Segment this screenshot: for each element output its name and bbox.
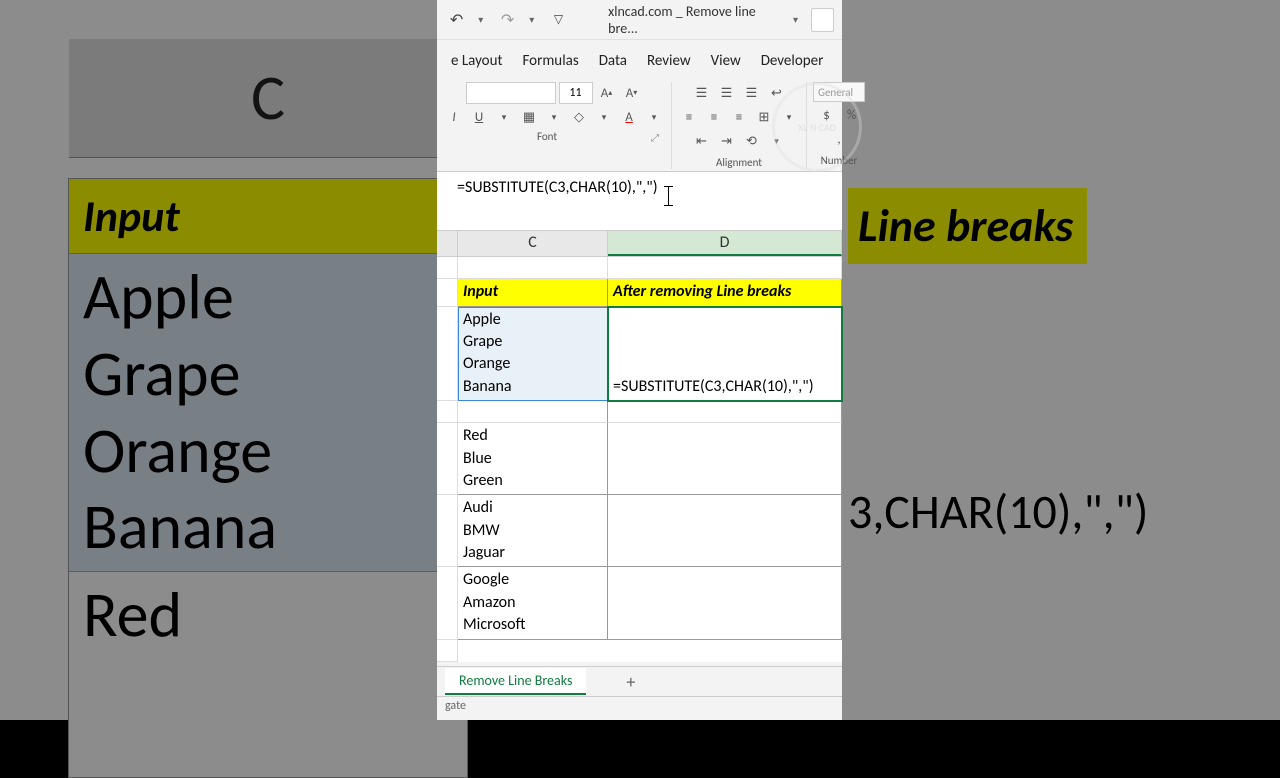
bg-output-header: Line breaks bbox=[848, 188, 1087, 264]
cell-header-input[interactable]: Input bbox=[458, 279, 608, 306]
cell-line: Jaguar bbox=[463, 542, 602, 564]
italic-button[interactable]: I bbox=[443, 106, 465, 128]
align-center-icon[interactable]: ≡ bbox=[703, 106, 725, 128]
watermark-stamp: XL N CAD bbox=[772, 82, 862, 172]
tab-formulas[interactable]: Formulas bbox=[513, 44, 589, 78]
increase-indent-icon[interactable]: ⇥ bbox=[716, 130, 738, 152]
excel-window: ↶ ▾ ↷ ▾ ▽ xlncad.com _ Remove line bre..… bbox=[437, 0, 842, 720]
quick-access-toolbar: ↶ ▾ ↷ ▾ ▽ xlncad.com _ Remove line bre..… bbox=[437, 0, 842, 40]
bg-input-header: Input bbox=[69, 179, 467, 254]
bg-line: Apple bbox=[83, 259, 453, 336]
tab-page-layout[interactable]: e Layout bbox=[441, 44, 513, 78]
cell-c6[interactable]: Audi BMW Jaguar bbox=[458, 495, 608, 567]
font-name-select[interactable] bbox=[466, 82, 556, 104]
cell[interactable] bbox=[458, 401, 608, 423]
col-header-d[interactable]: D bbox=[608, 231, 842, 256]
tab-view[interactable]: View bbox=[701, 44, 751, 78]
sheet-tab-active[interactable]: Remove Line Breaks bbox=[445, 668, 586, 695]
decrease-font-icon[interactable]: A▾ bbox=[621, 82, 643, 104]
cell-line: Google bbox=[463, 569, 602, 591]
formula-text: =SUBSTITUTE(C3,CHAR(10),",") bbox=[457, 178, 658, 197]
bg-col-header: C bbox=[69, 39, 467, 158]
cell-line: BMW bbox=[463, 520, 602, 542]
bg-cell-c3: Apple Grape Orange Banana bbox=[69, 254, 467, 572]
ribbon-body: 11 A▴ A▾ I U ▾ ▦ ▾ ◇ ▾ A ▾ Font ⤢ ☰ bbox=[437, 78, 842, 172]
decrease-indent-icon[interactable]: ⇤ bbox=[691, 130, 713, 152]
bg-cell-c5: Red bbox=[69, 572, 467, 659]
cell-d7[interactable] bbox=[608, 567, 842, 639]
title-dropdown-icon[interactable]: ▾ bbox=[793, 13, 803, 26]
sheet-tabs-bar: Remove Line Breaks + bbox=[437, 666, 842, 696]
bg-formula-fragment: 3,CHAR(10),",") bbox=[848, 482, 1148, 541]
col-header-sliver[interactable] bbox=[437, 231, 458, 256]
increase-font-icon[interactable]: A▴ bbox=[596, 82, 618, 104]
status-bar: gate bbox=[437, 696, 842, 720]
cell-d6[interactable] bbox=[608, 495, 842, 567]
cell[interactable] bbox=[608, 401, 842, 423]
cell-line: Blue bbox=[463, 448, 602, 470]
cell-line: Green bbox=[463, 470, 602, 492]
cell-line: Amazon bbox=[463, 592, 602, 614]
bg-line: Banana bbox=[83, 489, 453, 566]
cell-header-output[interactable]: After removing Line breaks bbox=[608, 279, 842, 306]
cell[interactable] bbox=[608, 640, 842, 662]
bg-line: Orange bbox=[83, 413, 453, 490]
align-right-icon[interactable]: ≡ bbox=[728, 106, 750, 128]
undo-button[interactable]: ↶ bbox=[445, 8, 468, 32]
font-launcher-icon[interactable]: ⤢ bbox=[651, 131, 663, 143]
cell-line: Banana bbox=[463, 376, 602, 398]
redo-dropdown-icon[interactable]: ▾ bbox=[529, 13, 539, 26]
cell-c7[interactable]: Google Amazon Microsoft bbox=[458, 567, 608, 639]
redo-button[interactable]: ↷ bbox=[496, 8, 519, 32]
add-sheet-button[interactable]: + bbox=[626, 671, 635, 693]
undo-dropdown-icon[interactable]: ▾ bbox=[478, 13, 488, 26]
cell-c5[interactable]: Red Blue Green bbox=[458, 423, 608, 495]
worksheet-grid: C D Input After removing Line breaks App… bbox=[437, 231, 842, 661]
align-left-icon[interactable]: ≡ bbox=[678, 106, 700, 128]
fill-color-button[interactable]: ◇ bbox=[568, 106, 590, 128]
tab-data[interactable]: Data bbox=[589, 44, 637, 78]
align-middle-icon[interactable]: ☰ bbox=[716, 82, 738, 104]
cell-line: Microsoft bbox=[463, 614, 602, 636]
bg-line: Grape bbox=[83, 336, 453, 413]
document-title: xlncad.com _ Remove line bre... bbox=[608, 3, 783, 37]
cell[interactable] bbox=[608, 257, 842, 279]
cell-line: Audi bbox=[463, 497, 602, 519]
cell-d3[interactable]: =SUBSTITUTE(C3,CHAR(10),",") bbox=[608, 307, 842, 402]
font-size-select[interactable]: 11 bbox=[559, 82, 593, 104]
fontcolor-dropdown-icon[interactable]: ▾ bbox=[643, 106, 665, 128]
tab-developer[interactable]: Developer bbox=[751, 44, 834, 78]
borders-dropdown-icon[interactable]: ▾ bbox=[543, 106, 565, 128]
cell-line: Orange bbox=[463, 353, 602, 375]
borders-button[interactable]: ▦ bbox=[518, 106, 540, 128]
text-cursor-icon bbox=[668, 186, 669, 206]
tab-review[interactable]: Review bbox=[637, 44, 701, 78]
alignment-group-label: Alignment bbox=[716, 156, 762, 169]
qat-right-button[interactable] bbox=[811, 8, 834, 32]
fill-dropdown-icon[interactable]: ▾ bbox=[593, 106, 615, 128]
cell[interactable] bbox=[458, 257, 608, 279]
underline-button[interactable]: U bbox=[468, 106, 490, 128]
cell-c3[interactable]: Apple Grape Orange Banana bbox=[458, 307, 608, 402]
cell[interactable] bbox=[458, 640, 608, 662]
font-color-button[interactable]: A bbox=[618, 106, 640, 128]
cell-line: Grape bbox=[463, 331, 602, 353]
formula-bar[interactable]: =SUBSTITUTE(C3,CHAR(10),",") bbox=[437, 172, 842, 231]
font-group-label: Font bbox=[537, 130, 557, 143]
cell-line: Apple bbox=[463, 309, 602, 331]
ribbon-tabs: e Layout Formulas Data Review View Devel… bbox=[437, 40, 842, 78]
underline-dropdown-icon[interactable]: ▾ bbox=[493, 106, 515, 128]
orientation-icon[interactable]: ⟲ bbox=[741, 130, 763, 152]
cell-d5[interactable] bbox=[608, 423, 842, 495]
align-bottom-icon[interactable]: ☰ bbox=[741, 82, 763, 104]
col-header-c[interactable]: C bbox=[458, 231, 608, 256]
cell-line: Red bbox=[463, 425, 602, 447]
qat-customize-icon[interactable]: ▽ bbox=[547, 8, 570, 32]
align-top-icon[interactable]: ☰ bbox=[691, 82, 713, 104]
